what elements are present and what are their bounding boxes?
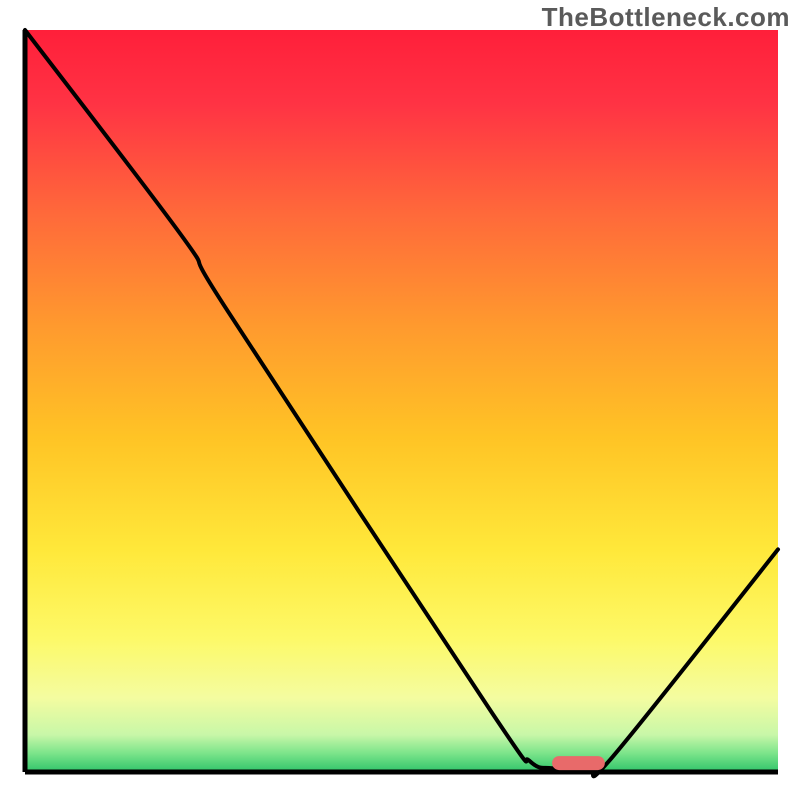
gradient-background xyxy=(25,30,778,772)
watermark-text: TheBottleneck.com xyxy=(542,2,790,33)
optimal-range-marker xyxy=(552,756,605,770)
chart-container: TheBottleneck.com xyxy=(0,0,800,800)
bottleneck-chart xyxy=(0,0,800,800)
